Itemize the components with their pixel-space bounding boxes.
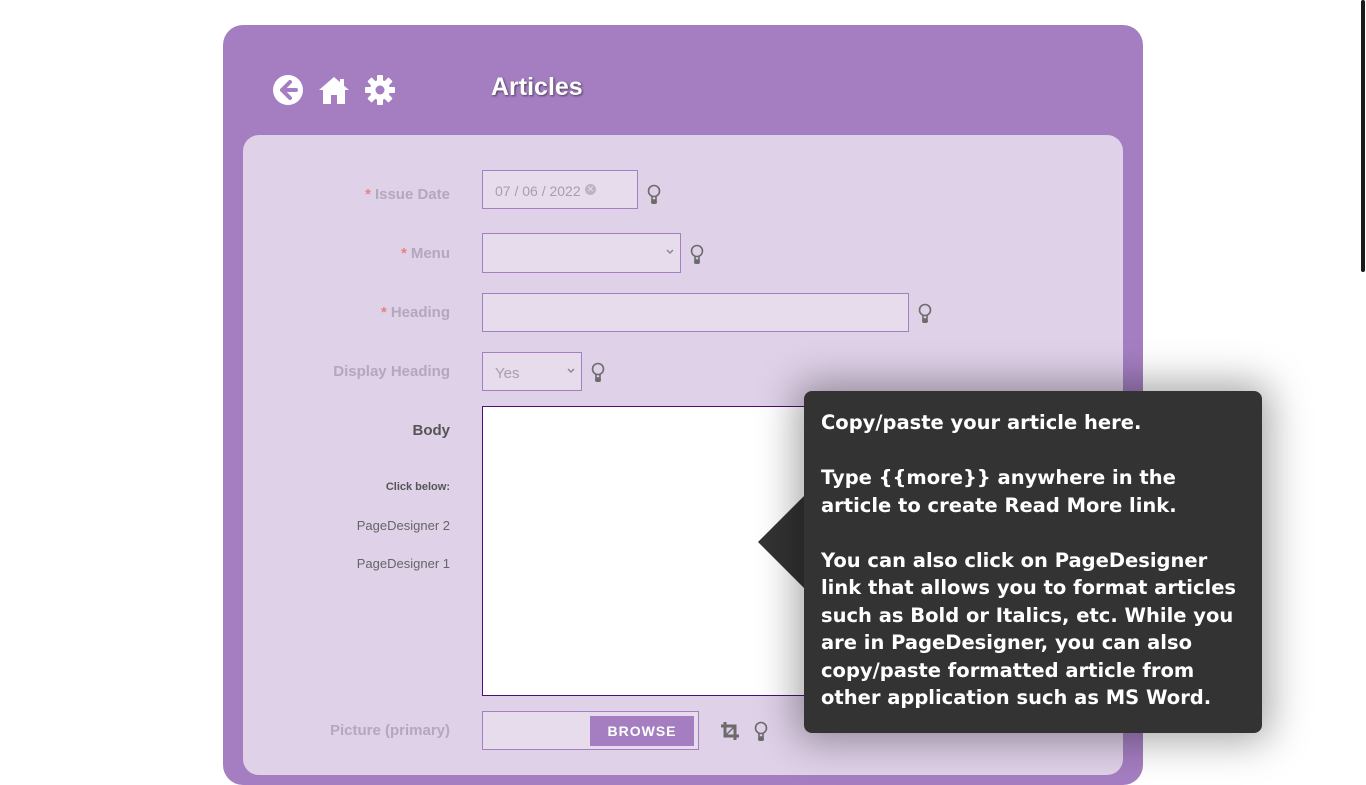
crop-icon[interactable] (720, 721, 740, 741)
picture-file-input[interactable]: BROWSE (482, 711, 699, 750)
page-title: Articles (491, 73, 583, 101)
browse-button[interactable]: BROWSE (590, 716, 694, 746)
tooltip-paragraph: Type {{more}} anywhere in the article to… (821, 466, 1177, 517)
chevron-down-icon (666, 249, 674, 254)
clear-date-icon[interactable]: ✕ (585, 184, 596, 195)
picture-label: Picture (primary) (329, 722, 450, 739)
click-below-label: Click below: (385, 481, 450, 493)
body-help-tooltip: Copy/paste your article here. Type {{mor… (804, 391, 1262, 733)
heading-input[interactable] (482, 293, 909, 332)
issue-date-value: 07 / 06 / 2022 (495, 183, 581, 199)
lightbulb-hint-icon[interactable] (754, 721, 768, 743)
lightbulb-hint-icon[interactable] (647, 184, 661, 206)
display-heading-value: Yes (495, 365, 520, 382)
pagedesigner-1-link[interactable]: PageDesigner 1 (357, 556, 450, 571)
body-label: Body (412, 422, 451, 439)
lightbulb-hint-icon[interactable] (918, 303, 932, 325)
issue-date-input[interactable]: 07 / 06 / 2022 ✕ (482, 170, 638, 209)
issue-date-label: * Issue Date (365, 186, 450, 203)
heading-label: * Heading (380, 304, 450, 321)
menu-select[interactable] (482, 233, 681, 273)
display-heading-select[interactable]: Yes (482, 352, 582, 391)
chevron-down-icon (567, 368, 575, 373)
back-arrow-icon[interactable] (272, 74, 304, 106)
pagedesigner-2-link[interactable]: PageDesigner 2 (357, 518, 450, 533)
menu-label: * Menu (400, 245, 450, 262)
lightbulb-hint-icon[interactable] (591, 362, 605, 384)
tooltip-paragraph: You can also click on PageDesigner link … (821, 548, 1237, 710)
tooltip-arrow (758, 495, 805, 589)
scrollbar-thumb[interactable] (1361, 0, 1365, 272)
home-icon[interactable] (318, 74, 350, 106)
gear-icon[interactable] (364, 74, 396, 106)
display-heading-label: Display Heading (333, 363, 450, 380)
tooltip-paragraph: Copy/paste your article here. (821, 411, 1142, 434)
lightbulb-hint-icon[interactable] (690, 244, 704, 266)
